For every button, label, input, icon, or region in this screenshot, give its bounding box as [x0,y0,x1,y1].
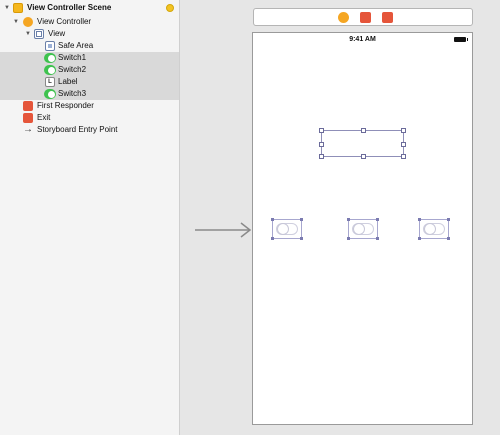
outline-item-switch2[interactable]: Switch2 [0,64,179,76]
resize-handle[interactable] [319,154,324,159]
resize-handle[interactable] [271,218,274,221]
outline-item-label: View Controller [37,17,92,26]
resize-handle[interactable] [300,237,303,240]
switch-icon [44,65,56,75]
resize-handle[interactable] [347,218,350,221]
resize-handle[interactable] [447,218,450,221]
outline-item-label: Switch1 [58,53,87,62]
outline-item-label-text: Label [58,77,78,86]
resize-handle[interactable] [401,142,406,147]
label-element[interactable] [319,128,406,159]
resize-handle[interactable] [376,218,379,221]
resize-handle[interactable] [361,154,366,159]
outline-item-exit[interactable]: Exit [0,112,179,124]
exit-icon [23,113,33,123]
resize-handle[interactable] [300,218,303,221]
switch-knob [424,223,436,235]
outline-item-view[interactable]: ▼ View [0,28,179,40]
resize-handle[interactable] [347,237,350,240]
outline-item-label: Switch3 [58,89,87,98]
outline-item-scene[interactable]: ▼ View Controller Scene [0,2,179,14]
arrow-right-icon: → [23,124,33,135]
first-responder-icon [23,101,33,111]
resize-handle[interactable] [447,237,450,240]
view-controller-icon [23,17,33,27]
label-icon: L [45,77,55,87]
scene-icon [13,3,23,13]
exit-icon[interactable] [382,12,393,23]
resize-handle[interactable] [376,237,379,240]
safe-area-icon [45,41,55,51]
outline-item-label: First Responder [37,101,94,110]
scene-dock [253,8,473,26]
switch1-element[interactable] [271,218,303,240]
outline-item-label: View Controller Scene [27,3,112,12]
status-time: 9:41 AM [349,36,376,43]
document-outline: ▼ View Controller Scene ▼ View Controlle… [0,0,180,435]
resize-handle[interactable] [271,237,274,240]
status-bar: 9:41 AM [253,33,472,47]
outline-item-label: Safe Area [58,41,94,50]
outline-item-switch1[interactable]: Switch1 [0,52,179,64]
view-controller-canvas[interactable]: 9:41 AM [252,32,473,425]
outline-item-label: Switch2 [58,65,87,74]
switch-knob [353,223,365,235]
view-icon [34,29,44,39]
storyboard-entry-arrow-icon[interactable] [195,222,253,238]
outline-item-label[interactable]: L Label [0,76,179,88]
switch-icon [44,89,56,99]
switch-knob [277,223,289,235]
outline-item-label: Storyboard Entry Point [37,125,118,134]
battery-icon [454,37,468,42]
outline-item-safe-area[interactable]: Safe Area [0,40,179,52]
disclosure-triangle-icon[interactable]: ▼ [24,28,32,40]
scene-status-badge [166,4,174,12]
resize-handle[interactable] [418,218,421,221]
resize-handle[interactable] [418,237,421,240]
switch2-element[interactable] [347,218,379,240]
resize-handle[interactable] [319,142,324,147]
outline-item-label: View [48,29,66,38]
disclosure-triangle-icon[interactable]: ▼ [12,16,20,28]
switch-icon [44,53,56,63]
storyboard-editor: ▼ View Controller Scene ▼ View Controlle… [0,0,500,435]
outline-item-first-responder[interactable]: First Responder [0,100,179,112]
first-responder-icon[interactable] [360,12,371,23]
outline-item-entry-point[interactable]: → Storyboard Entry Point [0,124,179,136]
resize-handle[interactable] [401,128,406,133]
resize-handle[interactable] [319,128,324,133]
resize-handle[interactable] [401,154,406,159]
outline-item-switch3[interactable]: Switch3 [0,88,179,100]
outline-item-view-controller[interactable]: ▼ View Controller [0,16,179,28]
view-controller-icon[interactable] [338,12,349,23]
disclosure-triangle-icon[interactable]: ▼ [3,2,11,14]
outline-item-label: Exit [37,113,51,122]
resize-handle[interactable] [361,128,366,133]
switch3-element[interactable] [418,218,450,240]
